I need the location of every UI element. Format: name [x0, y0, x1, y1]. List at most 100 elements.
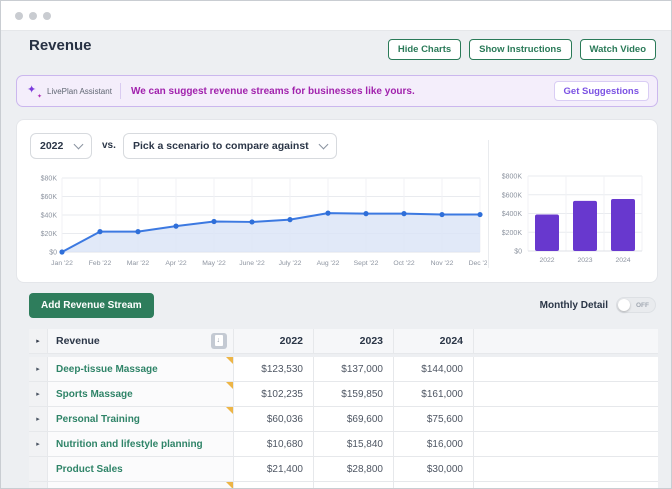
row-filler	[474, 382, 658, 406]
bar-2024	[611, 199, 635, 251]
line-chart-ytick: $80K	[41, 176, 58, 183]
chevron-down-icon	[74, 140, 84, 150]
window-dot-3[interactable]	[43, 12, 51, 20]
table-body: ▸ Deep-tissue Massage $123,530$137,000$144…	[29, 357, 658, 489]
line-chart-xtick: Feb '22	[89, 260, 112, 267]
table-row: Product Sales $21,400$28,800$30,000	[29, 457, 658, 482]
row-filler	[474, 407, 658, 431]
note-flag-icon	[226, 382, 233, 389]
value-cell-2024[interactable]: $144,000	[394, 357, 474, 381]
value-cell-2022[interactable]: $123,530	[234, 357, 314, 381]
table-row: ▸Nutrition and lifestyle planning$10,680…	[29, 432, 658, 457]
banner-divider	[120, 83, 121, 99]
value-cell-2022[interactable]: $21,400	[234, 457, 314, 481]
scenario-compare-dropdown[interactable]: Pick a scenario to compare against	[123, 133, 337, 159]
line-chart-xtick: May '22	[202, 260, 226, 267]
toggle-knob	[618, 299, 630, 311]
table-row: ▸Sports Massage$102,235$159,850$161,000	[29, 382, 658, 407]
row-name-cell[interactable]: Sports Massage	[48, 382, 234, 406]
row-expand-caret[interactable]: ▸	[29, 482, 48, 489]
revenue-stream-name: Personal Training	[56, 414, 140, 425]
row-expand-caret[interactable]: ▸	[29, 357, 48, 381]
value-cell-2022[interactable]: $60,036	[234, 407, 314, 431]
value-cell-2024[interactable]: $161,000	[394, 382, 474, 406]
year-dropdown-value: 2022	[40, 140, 63, 152]
app-window: Revenue Hide Charts Show Instructions Wa…	[0, 0, 672, 489]
line-chart-xtick: Nov '22	[431, 260, 454, 267]
line-chart-xtick: Oct '22	[393, 260, 415, 267]
note-flag-icon	[226, 357, 233, 364]
value-cell-2023[interactable]: $28,800	[314, 457, 394, 481]
export-icon[interactable]: ↓	[211, 333, 227, 349]
window-dot-1[interactable]	[15, 12, 23, 20]
row-name-cell[interactable]: Product Sales	[48, 457, 234, 481]
hide-charts-button[interactable]: Hide Charts	[388, 39, 461, 60]
line-chart-xtick: Aug '22	[317, 260, 340, 267]
column-header-2024[interactable]: 2024	[394, 329, 474, 353]
value-cell-2023[interactable]: $69,600	[314, 407, 394, 431]
row-expand-caret[interactable]: ▸	[29, 382, 48, 406]
line-chart-ytick: $60K	[41, 194, 58, 201]
value-cell-2024[interactable]: $16,000	[394, 432, 474, 456]
chevron-down-icon	[319, 140, 329, 150]
column-header-2022[interactable]: 2022	[234, 329, 314, 353]
value-cell-2022[interactable]: $72,000	[234, 482, 314, 489]
get-suggestions-button[interactable]: Get Suggestions	[554, 81, 649, 101]
monthly-detail-toggle[interactable]: OFF	[616, 297, 656, 313]
window-titlebar	[1, 1, 671, 31]
bar-2022	[535, 214, 559, 251]
row-name-cell[interactable]: Personal Training	[48, 407, 234, 431]
table-row: ▸ Deep-tissue Massage $123,530$137,000$144…	[29, 357, 658, 382]
monthly-revenue-line-chart: $0$20K$40K$60K$80KJan '22Feb '22Mar '22A…	[29, 170, 487, 274]
header-actions: Hide Charts Show Instructions Watch Vide…	[388, 39, 656, 60]
value-cell-2024[interactable]: $30,000	[394, 457, 474, 481]
bar-chart-xtick: 2024	[615, 257, 630, 264]
row-expand-caret	[29, 457, 48, 481]
table-header-row: ▸ Revenue ↓ 2022 2023 2024	[29, 329, 658, 354]
show-instructions-button[interactable]: Show Instructions	[469, 39, 571, 60]
watch-video-button[interactable]: Watch Video	[580, 39, 656, 60]
bar-chart-ytick: $200K	[502, 230, 523, 237]
expand-all-caret[interactable]: ▸	[29, 329, 48, 353]
row-name-cell[interactable]: Deep-tissue Massage	[48, 357, 234, 381]
download-arrow-icon: ↓	[217, 337, 221, 344]
line-chart-xtick: Mar '22	[127, 260, 150, 267]
value-cell-2023[interactable]: $15,840	[314, 432, 394, 456]
row-name-cell[interactable]: Membership Fees	[48, 482, 234, 489]
assistant-banner: ✦✦ LivePlan Assistant We can suggest rev…	[16, 75, 658, 107]
table-header-filler	[474, 329, 658, 353]
revenue-table: ▸ Revenue ↓ 2022 2023 2024 ▸ Deep-tissue …	[29, 329, 658, 489]
revenue-stream-name: Product Sales	[56, 464, 123, 475]
chart-card-divider	[488, 140, 489, 268]
row-filler	[474, 432, 658, 456]
assistant-brand-label: LivePlan Assistant	[47, 87, 112, 96]
value-cell-2024[interactable]: $75,600	[394, 407, 474, 431]
row-filler	[474, 482, 658, 489]
add-revenue-stream-button[interactable]: Add Revenue Stream	[29, 293, 154, 318]
row-name-cell[interactable]: Nutrition and lifestyle planning	[48, 432, 234, 456]
row-filler	[474, 357, 658, 381]
bar-chart-ytick: $0	[514, 249, 522, 256]
column-header-2023[interactable]: 2023	[314, 329, 394, 353]
bar-chart-xtick: 2022	[539, 257, 554, 264]
value-cell-2022[interactable]: $102,235	[234, 382, 314, 406]
year-dropdown[interactable]: 2022	[30, 133, 92, 159]
value-cell-2023[interactable]: $137,000	[314, 357, 394, 381]
value-cell-2022[interactable]: $10,680	[234, 432, 314, 456]
bar-chart-ytick: $400K	[502, 211, 523, 218]
row-expand-caret[interactable]: ▸	[29, 432, 48, 456]
value-cell-2024[interactable]: $128,000	[394, 482, 474, 489]
bar-chart-ytick: $800K	[502, 174, 523, 181]
vs-label: vs.	[102, 140, 116, 151]
bar-chart-ytick: $600K	[502, 192, 523, 199]
window-dot-2[interactable]	[29, 12, 37, 20]
line-chart-ytick: $0	[49, 250, 57, 257]
line-chart-ytick: $40K	[41, 213, 58, 220]
row-expand-caret[interactable]: ▸	[29, 407, 48, 431]
line-chart-xtick: Apr '22	[165, 260, 187, 267]
value-cell-2023[interactable]: $120,000	[314, 482, 394, 489]
page-title: Revenue	[29, 37, 92, 54]
value-cell-2023[interactable]: $159,850	[314, 382, 394, 406]
revenue-stream-name: Deep-tissue Massage	[56, 364, 158, 375]
line-chart-xtick: Dec '22	[469, 260, 487, 267]
